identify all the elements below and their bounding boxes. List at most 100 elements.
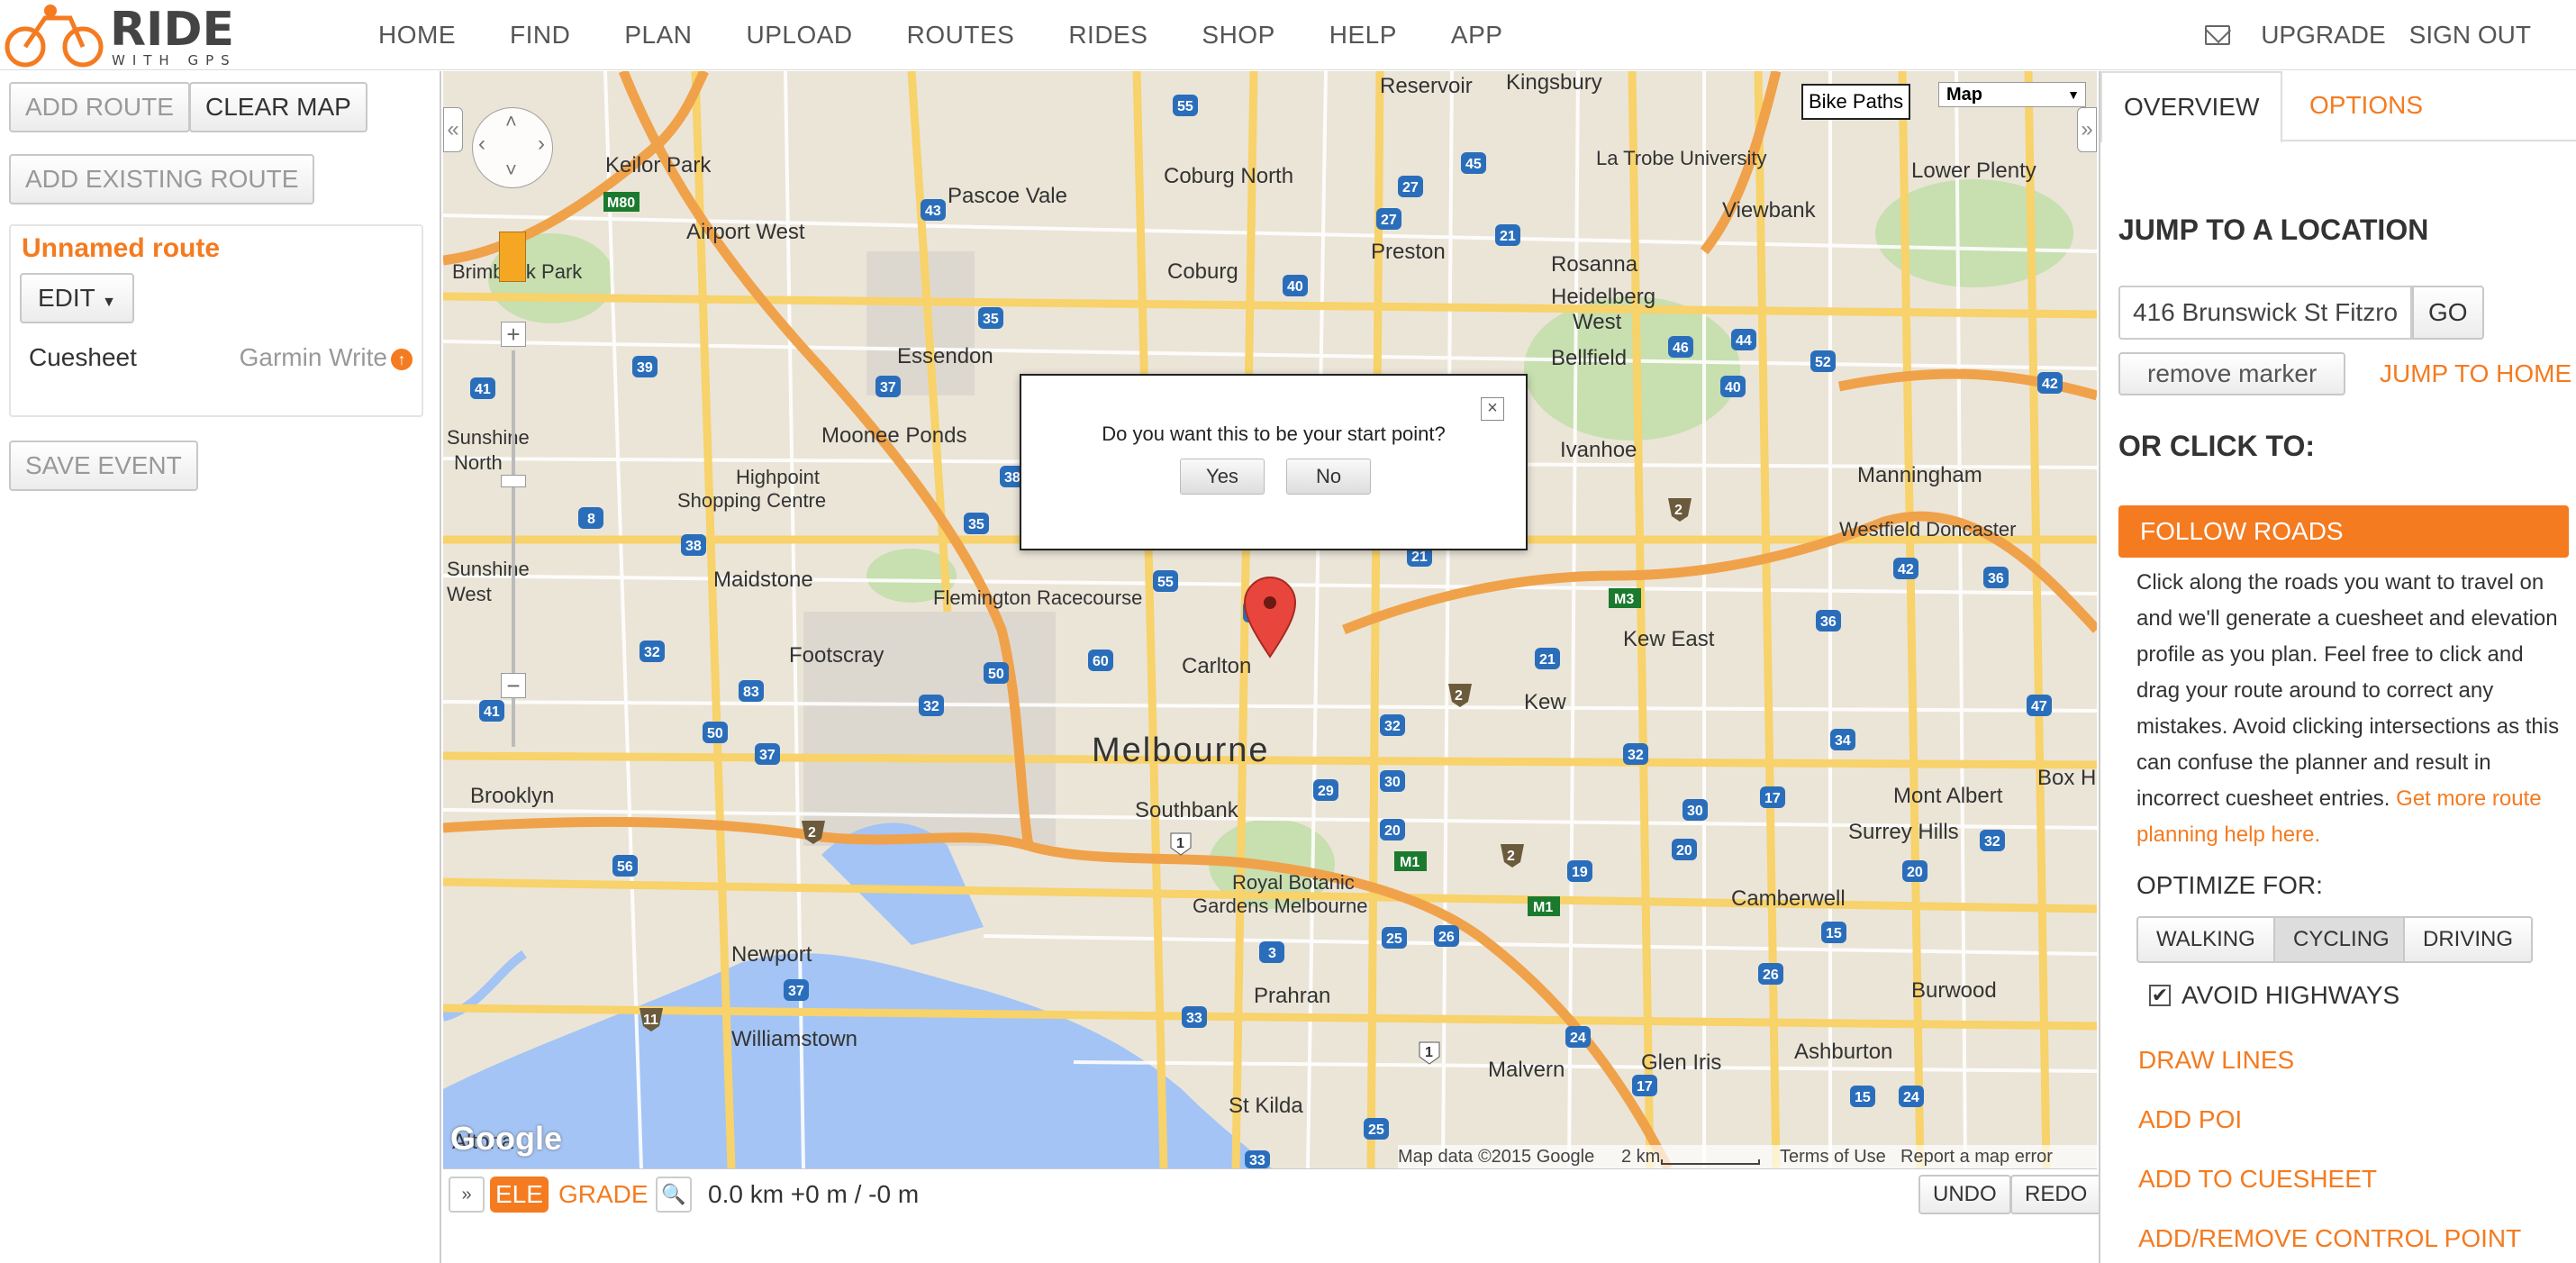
zoom-search-icon[interactable]: 🔍 — [656, 1177, 692, 1213]
remove-marker-button[interactable]: remove marker — [2118, 352, 2346, 395]
svg-text:Keilor Park: Keilor Park — [605, 153, 712, 177]
svg-text:M80: M80 — [607, 195, 635, 211]
no-button[interactable]: No — [1286, 459, 1371, 495]
zoom-in-button[interactable]: + — [501, 322, 526, 347]
collapse-left-icon[interactable]: « — [443, 107, 463, 152]
zoom-out-button[interactable]: − — [501, 673, 526, 698]
report-error-link[interactable]: Report a map error — [1900, 1147, 2053, 1168]
svg-text:Preston: Preston — [1371, 240, 1446, 264]
svg-text:Shopping Centre: Shopping Centre — [677, 489, 826, 512]
dialog-question: Do you want this to be your start point? — [1102, 423, 1446, 445]
svg-text:32: 32 — [1384, 719, 1401, 734]
nav-find[interactable]: FIND — [510, 21, 570, 50]
add-poi-link[interactable]: ADD POI — [2138, 1105, 2242, 1134]
svg-text:Airport West: Airport West — [686, 220, 805, 244]
svg-text:Williamstown: Williamstown — [731, 1027, 857, 1051]
map-type-select[interactable]: Map ▼ — [1938, 82, 2086, 107]
avoid-highways-checkbox[interactable]: ✔ — [2149, 985, 2171, 1006]
nav-routes[interactable]: ROUTES — [907, 21, 1015, 50]
yes-button[interactable]: Yes — [1180, 459, 1265, 495]
pegman-icon[interactable] — [499, 232, 526, 282]
zoom-slider-handle[interactable] — [501, 475, 526, 487]
svg-text:Highpoint: Highpoint — [736, 466, 820, 488]
grade-button[interactable]: GRADE — [558, 1177, 649, 1213]
main-nav: HOME FIND PLAN UPLOAD ROUTES RIDES SHOP … — [378, 0, 1556, 70]
bike-paths-toggle[interactable]: Bike Paths — [1801, 84, 1911, 120]
close-icon[interactable]: × — [1481, 397, 1504, 421]
svg-text:42: 42 — [1898, 562, 1914, 577]
collapse-right-icon[interactable]: » — [2077, 107, 2097, 152]
svg-text:Burwood: Burwood — [1911, 978, 1997, 1003]
svg-text:3: 3 — [1268, 946, 1276, 961]
svg-text:24: 24 — [1903, 1090, 1919, 1105]
svg-text:40: 40 — [1725, 380, 1741, 395]
svg-text:2: 2 — [1507, 849, 1515, 864]
nav-help[interactable]: HELP — [1329, 21, 1397, 50]
walking-option[interactable]: WALKING — [2136, 916, 2275, 963]
route-name[interactable]: Unnamed route — [22, 233, 220, 264]
sign-out-link[interactable]: SIGN OUT — [2409, 21, 2531, 50]
follow-roads-button[interactable]: FOLLOW ROADS — [2118, 505, 2569, 558]
route-list-panel: ADD ROUTE CLEAR MAP ADD EXISTING ROUTE U… — [0, 71, 441, 1263]
svg-text:North: North — [454, 451, 503, 474]
terms-link[interactable]: Terms of Use — [1780, 1147, 1886, 1168]
cuesheet-link[interactable]: Cuesheet — [29, 343, 137, 372]
go-button[interactable]: GO — [2412, 286, 2484, 340]
nav-app[interactable]: APP — [1451, 21, 1503, 50]
clear-map-button[interactable]: CLEAR MAP — [189, 82, 367, 132]
svg-text:M1: M1 — [1533, 900, 1553, 915]
svg-text:West: West — [447, 583, 492, 605]
svg-text:39: 39 — [637, 360, 653, 376]
upgrade-link[interactable]: UPGRADE — [2261, 21, 2385, 50]
nav-shop[interactable]: SHOP — [1202, 21, 1274, 50]
svg-text:Ashburton: Ashburton — [1794, 1040, 1892, 1064]
draw-lines-link[interactable]: DRAW LINES — [2138, 1046, 2294, 1075]
undo-button[interactable]: UNDO — [1918, 1175, 2011, 1214]
svg-text:44: 44 — [1736, 333, 1752, 349]
nav-upload[interactable]: UPLOAD — [746, 21, 852, 50]
tab-options[interactable]: OPTIONS — [2288, 71, 2444, 143]
svg-text:Sunshine: Sunshine — [447, 426, 530, 449]
driving-option[interactable]: DRIVING — [2403, 916, 2534, 963]
add-remove-control-point-link[interactable]: ADD/REMOVE CONTROL POINT — [2138, 1224, 2521, 1253]
elevation-bar: » ELE GRADE 🔍 0.0 km +0 m / -0 m UNDO RE… — [443, 1168, 2102, 1224]
or-click-to-heading: OR CLICK TO: — [2118, 430, 2316, 462]
ele-button[interactable]: ELE — [490, 1177, 549, 1213]
description-text: Click along the roads you want to travel… — [2136, 570, 2560, 811]
cycling-option[interactable]: CYCLING — [2273, 916, 2409, 963]
avoid-highways-label: AVOID HIGHWAYS — [2181, 981, 2400, 1009]
nav-home[interactable]: HOME — [378, 21, 456, 50]
add-to-cuesheet-link[interactable]: ADD TO CUESHEET — [2138, 1165, 2377, 1194]
add-route-button[interactable]: ADD ROUTE — [9, 82, 190, 132]
svg-text:56: 56 — [617, 859, 633, 875]
svg-text:Prahran: Prahran — [1254, 984, 1330, 1008]
redo-button[interactable]: REDO — [2010, 1175, 2102, 1214]
svg-text:Surrey Hills: Surrey Hills — [1848, 820, 1959, 844]
svg-text:52: 52 — [1815, 355, 1831, 370]
svg-text:42: 42 — [2042, 377, 2058, 392]
pan-control[interactable]: ˄ ˅ ‹ › — [472, 107, 553, 188]
jump-to-home-link[interactable]: JUMP TO HOME — [2380, 359, 2571, 388]
chevron-down-icon: ˅ — [505, 159, 517, 181]
svg-text:35: 35 — [983, 312, 999, 327]
nav-plan[interactable]: PLAN — [624, 21, 692, 50]
nav-rides[interactable]: RIDES — [1068, 21, 1147, 50]
svg-text:8: 8 — [587, 512, 595, 527]
tab-overview[interactable]: OVERVIEW — [2100, 71, 2283, 143]
svg-text:36: 36 — [1820, 614, 1837, 630]
svg-text:60: 60 — [1093, 654, 1109, 669]
svg-text:83: 83 — [743, 685, 759, 700]
location-input[interactable] — [2118, 286, 2412, 340]
save-event-button[interactable]: SAVE EVENT — [9, 441, 198, 491]
map-canvas[interactable]: Keilor Park Airport West Pascoe Vale Cob… — [443, 71, 2097, 1168]
add-existing-route-button[interactable]: ADD EXISTING ROUTE — [9, 154, 315, 204]
ride-with-gps-logo[interactable]: RIDE WITH GPS — [0, 0, 324, 70]
garmin-write-link[interactable]: Garmin Write ↑ — [240, 343, 413, 372]
route-card: Unnamed route EDIT ▼ Cuesheet Garmin Wri… — [9, 224, 423, 417]
envelope-icon[interactable] — [2205, 25, 2231, 45]
svg-text:35: 35 — [968, 517, 984, 532]
chevron-double-down-icon[interactable]: » — [449, 1177, 485, 1213]
svg-text:Moonee Ponds: Moonee Ponds — [821, 423, 966, 448]
svg-text:Kew: Kew — [1524, 690, 1566, 714]
edit-dropdown-button[interactable]: EDIT ▼ — [20, 273, 134, 323]
